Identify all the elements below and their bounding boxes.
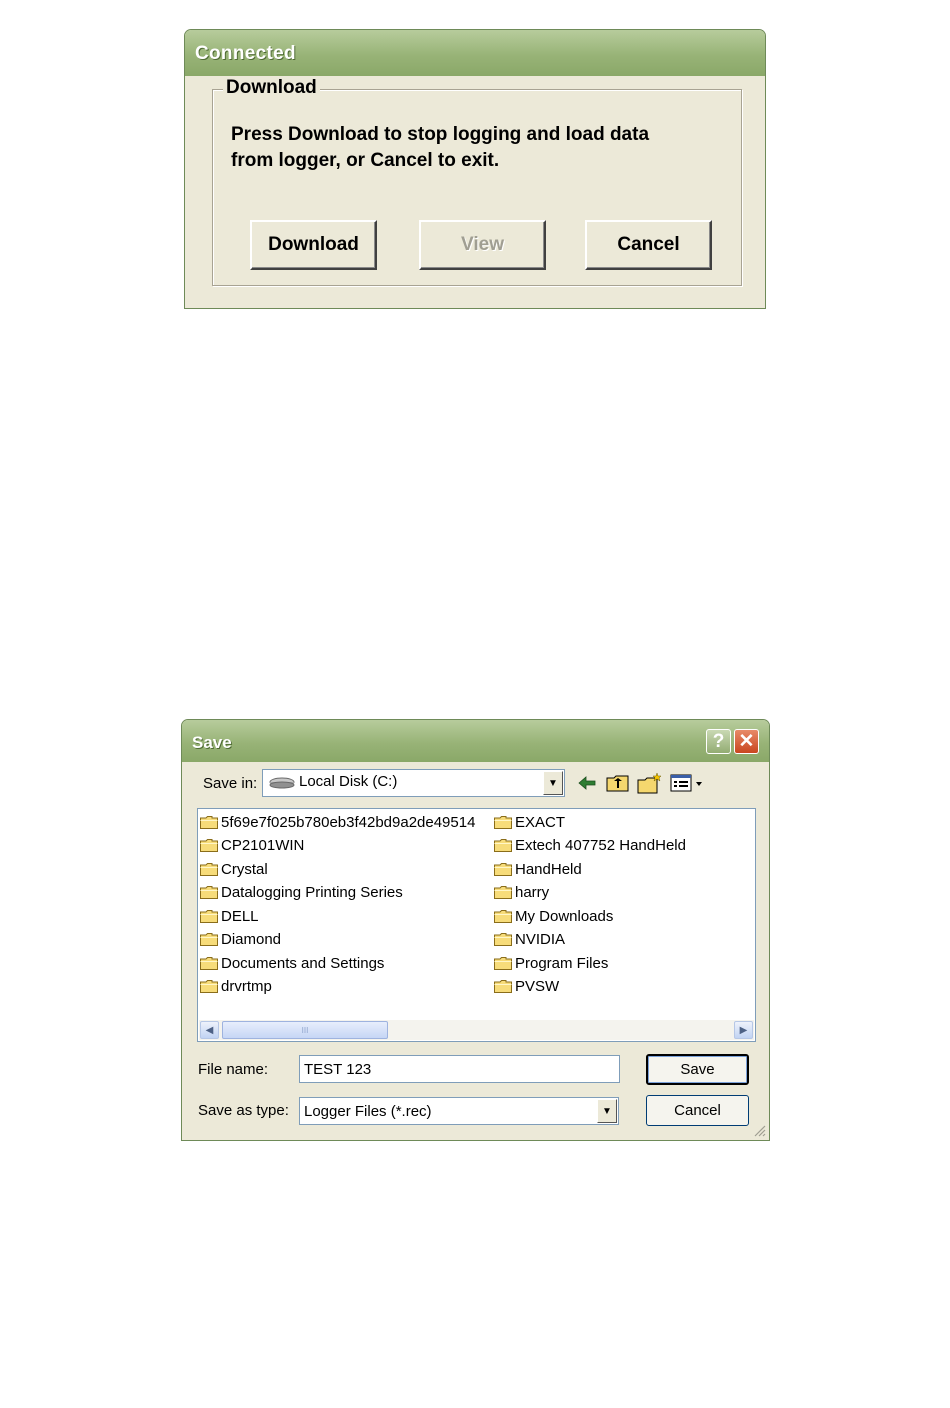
folder-item[interactable]: drvrtmp [200, 977, 272, 997]
dialog-title: Save [192, 733, 232, 752]
dialog-title: Connected [195, 43, 296, 64]
download-button[interactable]: Download [250, 220, 377, 270]
view-button: View [419, 220, 546, 270]
folder-name: My Downloads [515, 907, 614, 925]
chevron-down-icon[interactable]: ▼ [543, 771, 563, 795]
instruction-text: Press Download to stop logging and load … [231, 122, 731, 174]
drive-icon [269, 777, 295, 789]
folder-icon [494, 886, 512, 899]
folder-name: Diamond [221, 931, 282, 948]
folder-icon [200, 886, 218, 899]
new-folder-icon[interactable] [637, 772, 663, 794]
file-name-value: TEST 123 [304, 1061, 372, 1078]
scroll-left-icon[interactable]: ◀ [200, 1021, 219, 1039]
up-folder-icon[interactable] [606, 773, 630, 793]
folder-icon [494, 980, 512, 993]
folder-item[interactable]: HandHeld [494, 859, 582, 879]
save-in-dropdown[interactable]: Local Disk (C:) ▼ [262, 769, 565, 797]
folder-icon [200, 956, 218, 970]
folder-icon [494, 909, 512, 923]
save-button[interactable]: Save [646, 1054, 749, 1085]
save-in-label: Save in: [203, 775, 258, 792]
folder-icon [494, 862, 512, 876]
save-as-type-value: Logger Files (*.rec) [304, 1103, 432, 1120]
folder-name: Documents and Settings [221, 954, 385, 972]
resize-grip-icon[interactable] [754, 1125, 766, 1137]
folder-icon [494, 956, 512, 970]
close-icon: ✕ [738, 731, 755, 752]
folder-name: Extech 407752 HandHeld [515, 837, 686, 854]
folder-item[interactable]: DELL [200, 906, 259, 926]
folder-icon [200, 815, 218, 829]
scroll-thumb-grip: III [301, 1025, 309, 1035]
save-as-type-dropdown[interactable]: Logger Files (*.rec) ▼ [299, 1097, 619, 1125]
folder-icon [200, 980, 218, 993]
folder-item[interactable]: Documents and Settings [200, 953, 384, 973]
folder-item[interactable]: Extech 407752 HandHeld [494, 836, 686, 856]
folder-item[interactable]: Diamond [200, 930, 281, 950]
help-button[interactable]: ? [706, 729, 731, 754]
folder-item[interactable]: harry [494, 883, 549, 903]
folder-name: harry [515, 884, 550, 901]
folder-icon [200, 933, 218, 946]
folder-item[interactable]: 5f69e7f025b780eb3f42bd9a2de49514 [200, 812, 475, 832]
folder-icon [200, 839, 218, 852]
save-in-value: Local Disk (C:) [299, 773, 398, 790]
save-as-type-label: Save as type: [198, 1102, 289, 1119]
folder-item[interactable]: Datalogging Printing Series [200, 883, 403, 903]
folder-name: PVSW [515, 978, 560, 995]
scroll-right-icon[interactable]: ▶ [734, 1021, 753, 1039]
folder-icon [494, 815, 512, 829]
folder-name: HandHeld [515, 860, 582, 878]
horizontal-scrollbar[interactable]: ◀ III ▶ [199, 1020, 754, 1040]
folder-name: DELL [221, 907, 259, 925]
folder-item[interactable]: My Downloads [494, 906, 613, 926]
folder-name: Crystal [221, 860, 268, 878]
chevron-down-icon[interactable]: ▼ [597, 1099, 617, 1123]
folder-item[interactable]: EXACT [494, 812, 565, 832]
folder-icon [200, 909, 218, 923]
save-dialog: Save ? ✕ Save in: Local Disk (C:) ▼ 5f69… [181, 719, 770, 1141]
file-name-label: File name: [198, 1061, 269, 1078]
folder-icon [494, 839, 512, 852]
scroll-thumb[interactable]: III [222, 1021, 388, 1039]
folder-name: EXACT [515, 813, 566, 831]
cancel-button[interactable]: Cancel [585, 220, 712, 270]
folder-item[interactable]: NVIDIA [494, 930, 565, 950]
title-bar[interactable]: Connected [185, 30, 765, 76]
folder-item[interactable]: Crystal [200, 859, 268, 879]
folder-name: NVIDIA [515, 931, 566, 948]
instruction-line-2: from logger, or Cancel to exit. [231, 150, 500, 171]
folder-icon [200, 862, 218, 876]
folder-name: Datalogging Printing Series [221, 884, 403, 901]
back-icon[interactable] [577, 775, 597, 791]
folder-name: 5f69e7f025b780eb3f42bd9a2de49514 [221, 813, 476, 831]
folder-item[interactable]: CP2101WIN [200, 836, 304, 856]
folder-name: CP2101WIN [221, 837, 305, 854]
view-menu-icon[interactable] [670, 774, 706, 792]
help-icon: ? [712, 730, 725, 752]
connected-dialog: Connected Download Press Download to sto… [184, 29, 766, 309]
folder-icon [494, 933, 512, 946]
group-label: Download [223, 77, 320, 99]
file-list[interactable]: 5f69e7f025b780eb3f42bd9a2de49514 CP2101WI… [197, 808, 756, 1042]
title-bar[interactable]: Save ? ✕ [182, 720, 769, 762]
cancel-button[interactable]: Cancel [646, 1095, 749, 1126]
close-button[interactable]: ✕ [734, 729, 759, 754]
instruction-line-1: Press Download to stop logging and load … [231, 124, 650, 145]
folder-item[interactable]: Program Files [494, 953, 608, 973]
folder-name: drvrtmp [221, 978, 272, 995]
folder-name: Program Files [515, 954, 609, 972]
folder-item[interactable]: PVSW [494, 977, 559, 997]
file-name-input[interactable]: TEST 123 [299, 1055, 620, 1083]
